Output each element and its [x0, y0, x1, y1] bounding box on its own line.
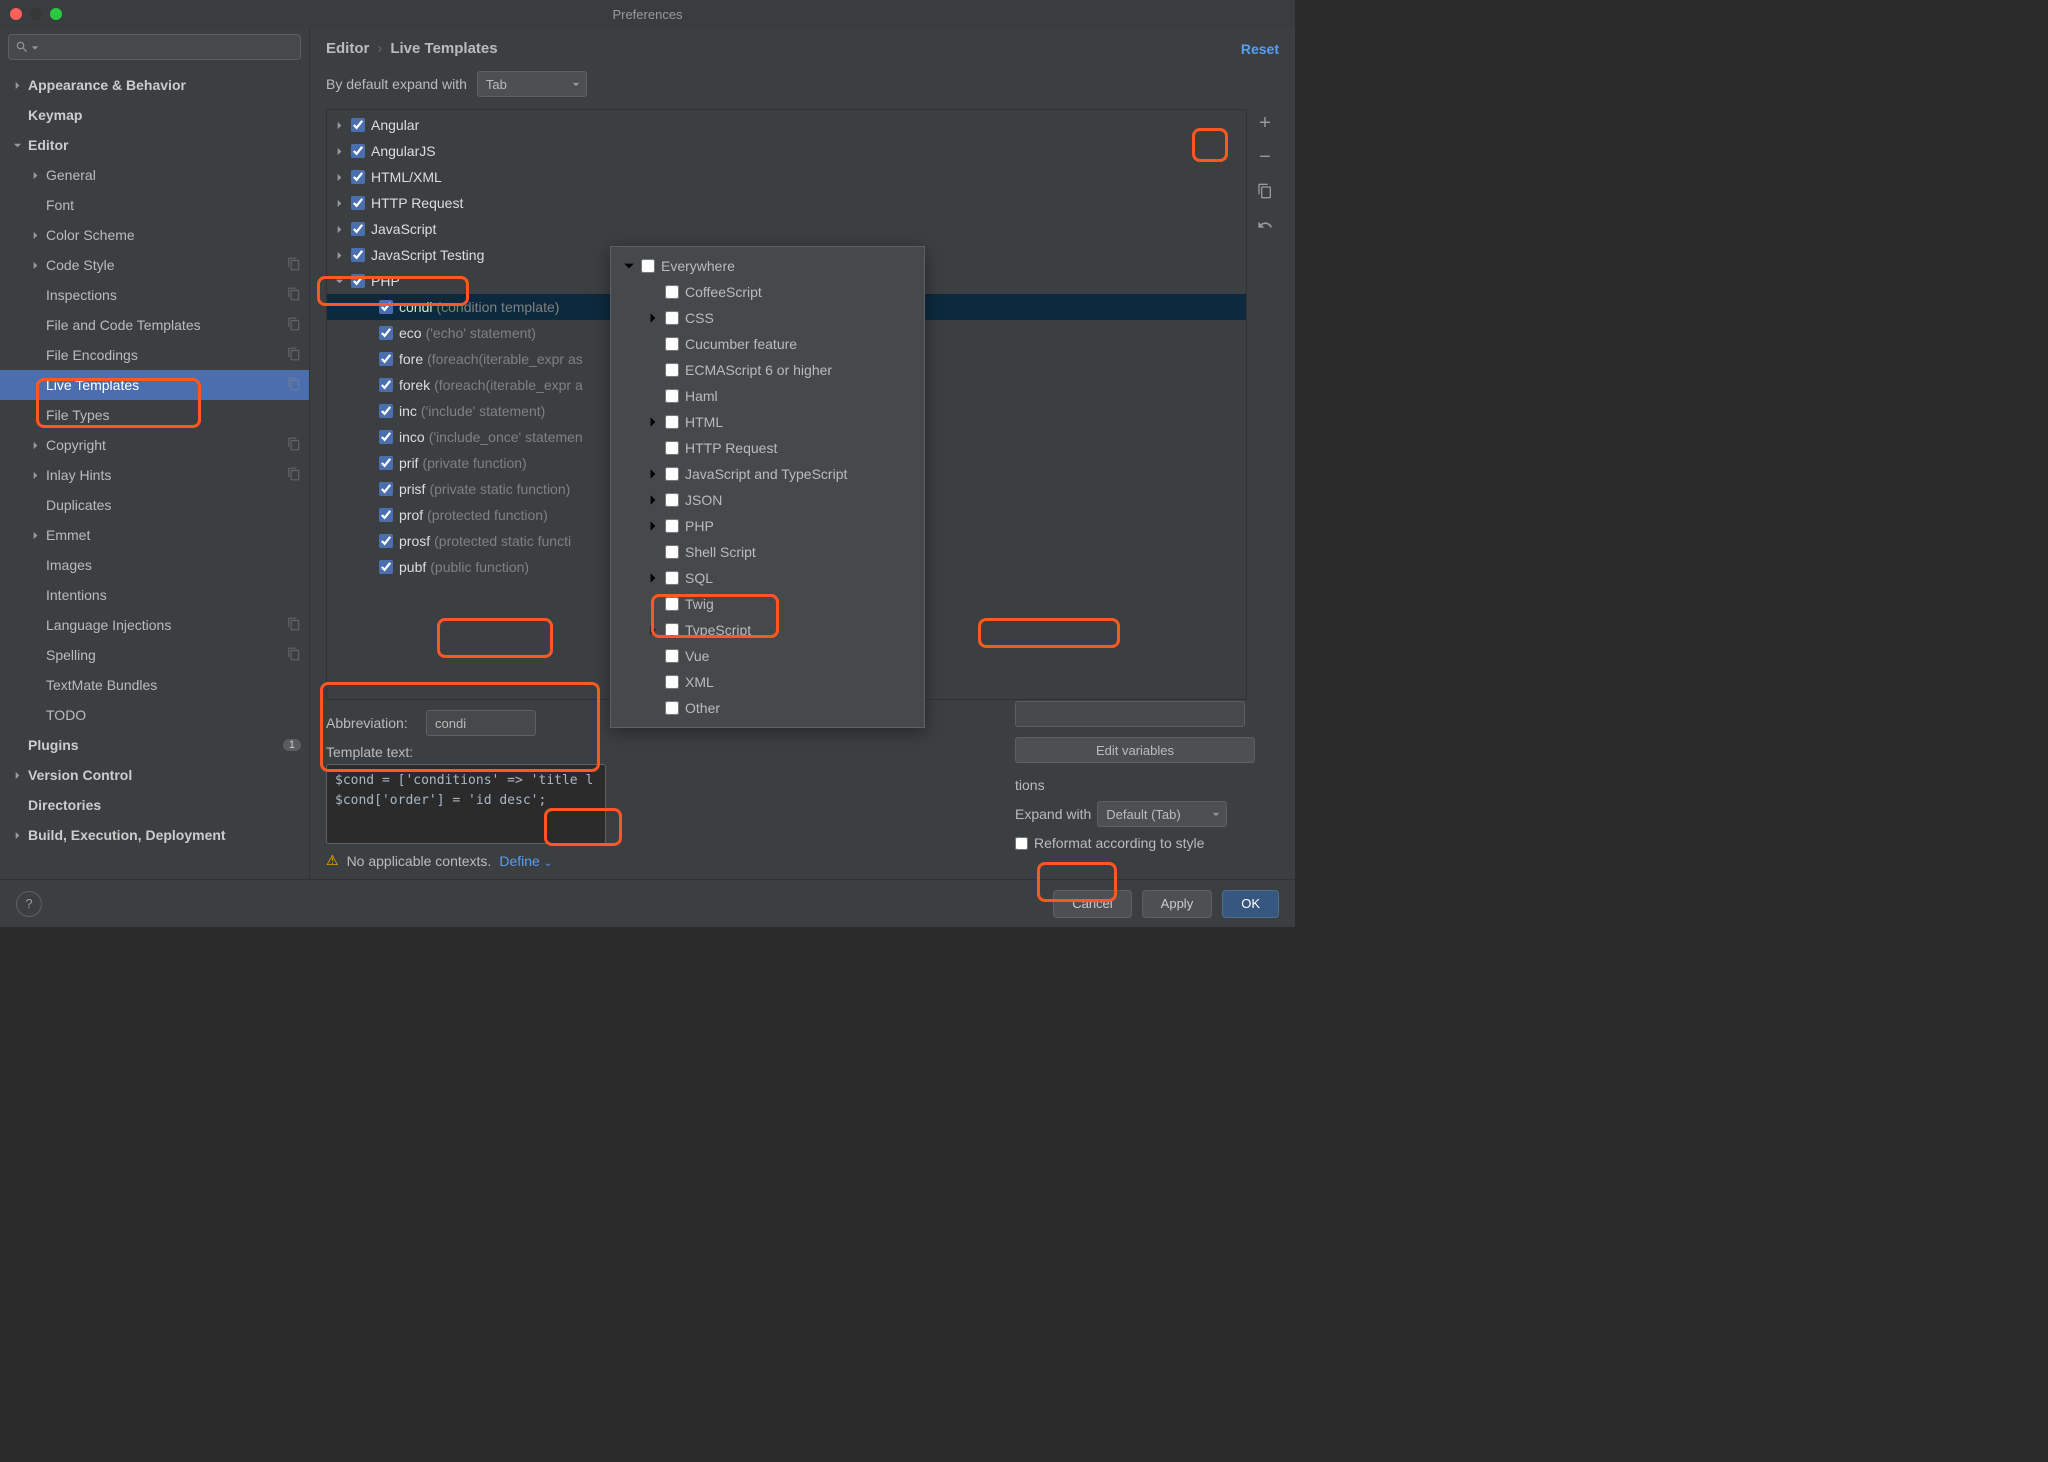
define-link[interactable]: Define ⌄: [499, 853, 552, 869]
description-input[interactable]: [1015, 701, 1245, 727]
close-window-icon[interactable]: [10, 8, 22, 20]
breadcrumb: Editor›Live Templates: [326, 40, 498, 57]
minimize-window-icon: [30, 8, 42, 20]
context-item[interactable]: Other: [611, 695, 924, 721]
sidebar-item[interactable]: File Types: [0, 400, 309, 430]
titlebar: Preferences: [0, 0, 1295, 28]
reformat-checkbox[interactable]: [1015, 837, 1028, 850]
context-item[interactable]: Everywhere: [611, 253, 924, 279]
reformat-label: Reformat according to style: [1034, 835, 1204, 851]
sidebar: Appearance & BehaviorKeymapEditorGeneral…: [0, 28, 310, 879]
sidebar-item[interactable]: Images: [0, 550, 309, 580]
context-item[interactable]: TypeScript: [611, 617, 924, 643]
expand-with-label: Expand with: [1015, 806, 1091, 822]
sidebar-item[interactable]: Emmet: [0, 520, 309, 550]
sidebar-item[interactable]: Keymap: [0, 100, 309, 130]
apply-button[interactable]: Apply: [1142, 890, 1213, 918]
abbreviation-label: Abbreviation:: [326, 715, 416, 731]
sidebar-item[interactable]: TextMate Bundles: [0, 670, 309, 700]
sidebar-item[interactable]: Inlay Hints: [0, 460, 309, 490]
context-item[interactable]: XML: [611, 669, 924, 695]
template-group[interactable]: JavaScript: [327, 216, 1246, 242]
sidebar-item[interactable]: General: [0, 160, 309, 190]
sidebar-item[interactable]: Appearance & Behavior: [0, 70, 309, 100]
warning-icon: ⚠: [326, 852, 339, 869]
context-item[interactable]: HTTP Request: [611, 435, 924, 461]
maximize-window-icon[interactable]: [50, 8, 62, 20]
sidebar-item[interactable]: Spelling: [0, 640, 309, 670]
sidebar-item[interactable]: Editor: [0, 130, 309, 160]
sidebar-item[interactable]: Copyright: [0, 430, 309, 460]
template-group[interactable]: HTML/XML: [327, 164, 1246, 190]
template-text-input[interactable]: $cond = ['conditions' => 'title l $cond[…: [326, 764, 606, 844]
context-item[interactable]: Shell Script: [611, 539, 924, 565]
template-group[interactable]: AngularJS: [327, 138, 1246, 164]
context-item[interactable]: JSON: [611, 487, 924, 513]
context-item[interactable]: ECMAScript 6 or higher: [611, 357, 924, 383]
copy-button[interactable]: [1255, 181, 1275, 201]
template-text-label: Template text:: [326, 744, 416, 760]
expand-label: By default expand with: [326, 76, 467, 92]
sidebar-item[interactable]: Plugins1: [0, 730, 309, 760]
window-title: Preferences: [612, 7, 682, 22]
context-item[interactable]: JavaScript and TypeScript: [611, 461, 924, 487]
abbreviation-input[interactable]: [426, 710, 536, 736]
context-item[interactable]: HTML: [611, 409, 924, 435]
search-input[interactable]: [8, 34, 301, 60]
add-button[interactable]: +: [1255, 113, 1275, 133]
sidebar-item[interactable]: Color Scheme: [0, 220, 309, 250]
sidebar-item[interactable]: File and Code Templates: [0, 310, 309, 340]
context-item[interactable]: CoffeeScript: [611, 279, 924, 305]
template-group[interactable]: Angular: [327, 112, 1246, 138]
sidebar-item[interactable]: Font: [0, 190, 309, 220]
context-item[interactable]: CSS: [611, 305, 924, 331]
edit-variables-button[interactable]: Edit variables: [1015, 737, 1255, 763]
context-item[interactable]: Cucumber feature: [611, 331, 924, 357]
sidebar-item[interactable]: Live Templates: [0, 370, 309, 400]
cancel-button[interactable]: Cancel: [1053, 890, 1131, 918]
ok-button[interactable]: OK: [1222, 890, 1279, 918]
context-item[interactable]: PHP: [611, 513, 924, 539]
sidebar-item[interactable]: Inspections: [0, 280, 309, 310]
search-icon: [15, 40, 29, 54]
sidebar-item[interactable]: Code Style: [0, 250, 309, 280]
template-group[interactable]: HTTP Request: [327, 190, 1246, 216]
remove-button[interactable]: −: [1255, 147, 1275, 167]
sidebar-item[interactable]: Language Injections: [0, 610, 309, 640]
main-panel: Editor›Live Templates Reset By default e…: [310, 28, 1295, 879]
expand-with-select[interactable]: Default (Tab): [1097, 801, 1227, 827]
help-button[interactable]: ?: [16, 891, 42, 917]
sidebar-item[interactable]: Version Control: [0, 760, 309, 790]
options-title: tions: [1015, 777, 1275, 793]
sidebar-item[interactable]: Duplicates: [0, 490, 309, 520]
revert-button[interactable]: [1255, 215, 1275, 235]
sidebar-item[interactable]: Intentions: [0, 580, 309, 610]
context-item[interactable]: Twig: [611, 591, 924, 617]
expand-select[interactable]: Tab: [477, 71, 587, 97]
sidebar-item[interactable]: TODO: [0, 700, 309, 730]
sidebar-item[interactable]: Build, Execution, Deployment: [0, 820, 309, 850]
context-item[interactable]: Vue: [611, 643, 924, 669]
context-warning: No applicable contexts.: [347, 853, 492, 869]
context-item[interactable]: Haml: [611, 383, 924, 409]
context-item[interactable]: SQL: [611, 565, 924, 591]
context-popup: EverywhereCoffeeScriptCSSCucumber featur…: [610, 246, 925, 728]
reset-link[interactable]: Reset: [1241, 41, 1279, 57]
sidebar-item[interactable]: Directories: [0, 790, 309, 820]
sidebar-item[interactable]: File Encodings: [0, 340, 309, 370]
